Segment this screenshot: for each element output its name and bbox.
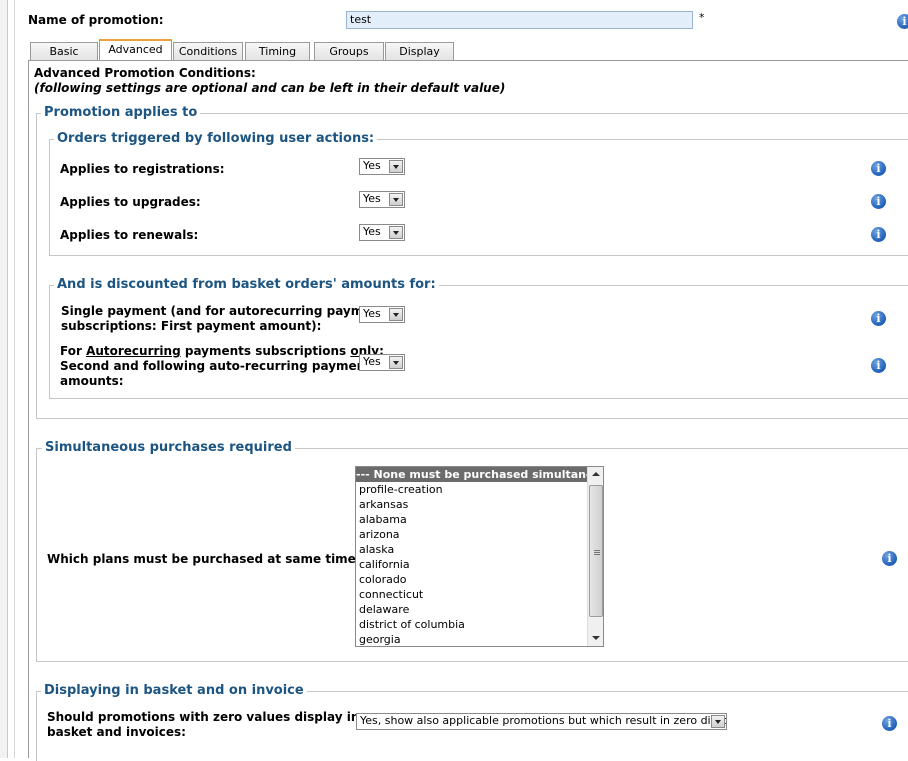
- simultaneous-legend: Simultaneous purchases required: [42, 440, 295, 455]
- tab-display[interactable]: Display: [385, 42, 454, 61]
- left-frame-line: [14, 0, 15, 758]
- plans-listbox[interactable]: --- None must be purchased simultaneousl…: [355, 466, 604, 647]
- list-item[interactable]: georgia: [356, 632, 587, 646]
- chevron-down-icon: [711, 715, 725, 728]
- required-mark: *: [699, 11, 705, 24]
- info-icon[interactable]: i: [882, 551, 897, 566]
- chevron-down-icon: [389, 193, 403, 206]
- recurring-select[interactable]: Yes: [359, 354, 405, 371]
- display-legend: Displaying in basket and on invoice: [41, 683, 307, 698]
- chevron-down-icon: [389, 160, 403, 173]
- chevron-down-icon: [389, 226, 403, 239]
- upgrades-label: Applies to upgrades:: [60, 195, 201, 209]
- chevron-down-icon: [389, 308, 403, 321]
- upgrades-select[interactable]: Yes: [359, 191, 405, 208]
- autorecurring-link[interactable]: Autorecurring: [86, 344, 181, 358]
- promotion-name-input[interactable]: test: [346, 11, 693, 29]
- list-item[interactable]: colorado: [356, 572, 587, 587]
- promotion-name-label: Name of promotion:: [28, 13, 164, 27]
- list-item[interactable]: alabama: [356, 512, 587, 527]
- tab-timing[interactable]: Timing: [245, 42, 310, 61]
- renewals-select[interactable]: Yes: [359, 224, 405, 241]
- list-item[interactable]: profile-creation: [356, 482, 587, 497]
- discount-fieldset: [49, 285, 908, 399]
- single-payment-select[interactable]: Yes: [359, 306, 405, 323]
- registrations-label: Applies to registrations:: [60, 162, 225, 176]
- list-item[interactable]: arizona: [356, 527, 587, 542]
- list-item[interactable]: --- None must be purchased simultaneousl…: [356, 467, 603, 482]
- display-label-line1: Should promotions with zero values displ…: [47, 710, 360, 724]
- applies-legend: Promotion applies to: [41, 105, 201, 120]
- chevron-down-icon: [389, 356, 403, 369]
- info-icon[interactable]: i: [897, 14, 908, 29]
- tab-basic[interactable]: Basic: [30, 42, 98, 61]
- recurring-label-line3: amounts:: [60, 374, 124, 388]
- list-item[interactable]: connecticut: [356, 587, 587, 602]
- registrations-select[interactable]: Yes: [359, 158, 405, 175]
- tab-groups[interactable]: Groups: [314, 42, 384, 61]
- tab-advanced[interactable]: Advanced: [99, 39, 172, 61]
- recurring-label-line2: Second and following auto-recurring paym…: [60, 359, 379, 373]
- simultaneous-label: Which plans must be purchased at same ti…: [47, 552, 361, 566]
- section-subtitle: (following settings are optional and can…: [34, 81, 506, 95]
- single-payment-label-line2: subscriptions: First payment amount):: [61, 319, 322, 333]
- info-icon[interactable]: i: [871, 227, 886, 242]
- scroll-thumb[interactable]: [589, 485, 603, 617]
- zero-value-display-select[interactable]: Yes, show also applicable promotions but…: [356, 713, 727, 730]
- tab-conditions[interactable]: Conditions: [173, 42, 243, 61]
- list-item[interactable]: arkansas: [356, 497, 587, 512]
- renewals-label: Applies to renewals:: [60, 228, 199, 242]
- list-item[interactable]: delaware: [356, 602, 587, 617]
- scroll-up-icon[interactable]: [590, 469, 602, 481]
- info-icon[interactable]: i: [871, 311, 886, 326]
- display-label-line2: basket and invoices:: [47, 725, 186, 739]
- list-item[interactable]: california: [356, 557, 587, 572]
- section-title: Advanced Promotion Conditions:: [34, 66, 256, 80]
- recurring-label-line1: For Autorecurring payments subscriptions…: [60, 344, 384, 358]
- discount-legend: And is discounted from basket orders' am…: [54, 277, 439, 292]
- orders-legend: Orders triggered by following user actio…: [54, 131, 378, 146]
- list-item[interactable]: district of columbia: [356, 617, 587, 632]
- info-icon[interactable]: i: [871, 358, 886, 373]
- list-item[interactable]: alaska: [356, 542, 587, 557]
- scroll-down-icon[interactable]: [590, 632, 602, 644]
- info-icon[interactable]: i: [882, 716, 897, 731]
- left-frame-border: [0, 0, 8, 758]
- info-icon[interactable]: i: [871, 161, 886, 176]
- single-payment-label-line1: Single payment (and for autorecurring pa…: [61, 304, 393, 318]
- info-icon[interactable]: i: [871, 194, 886, 209]
- listbox-scrollbar[interactable]: [587, 467, 603, 646]
